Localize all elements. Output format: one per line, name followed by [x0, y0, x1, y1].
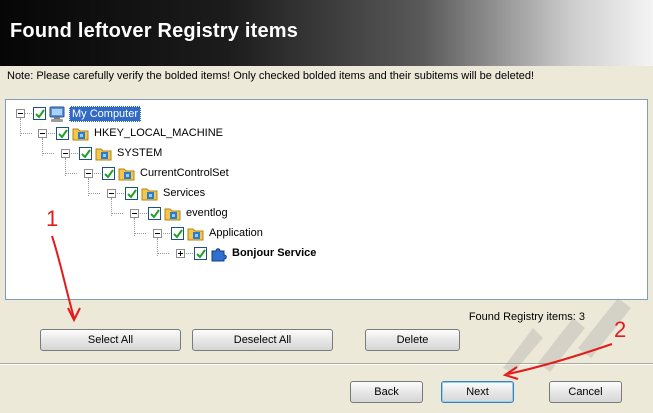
tree-checkbox[interactable]	[102, 167, 115, 180]
collapse-toggle[interactable]	[38, 129, 47, 138]
tree-item-services[interactable]: Services	[161, 186, 207, 200]
checkmark-icon	[35, 109, 45, 119]
tree-item-my-computer[interactable]: My Computer	[69, 106, 142, 122]
collapse-toggle[interactable]	[84, 169, 93, 178]
checkmark-icon	[196, 249, 206, 259]
computer-icon	[49, 105, 65, 122]
back-button[interactable]: Back	[350, 381, 423, 403]
collapse-toggle[interactable]	[61, 149, 70, 158]
tree-checkbox[interactable]	[56, 127, 69, 140]
registry-folder-icon	[118, 165, 135, 181]
tree-checkbox[interactable]	[171, 227, 184, 240]
registry-folder-icon	[141, 185, 158, 201]
warning-note: Note: Please carefully verify the bolded…	[7, 70, 535, 82]
tree-item-eventlog[interactable]: eventlog	[184, 206, 230, 220]
tree-item-application[interactable]: Application	[207, 226, 265, 240]
registry-folder-icon	[164, 205, 181, 221]
collapse-toggle[interactable]	[130, 209, 139, 218]
checkmark-icon	[150, 209, 160, 219]
select-all-button[interactable]: Select All	[40, 329, 181, 351]
checkmark-icon	[58, 129, 68, 139]
delete-button[interactable]: Delete	[365, 329, 460, 351]
checkmark-icon	[104, 169, 114, 179]
cancel-button[interactable]: Cancel	[549, 381, 622, 403]
puzzle-icon	[210, 245, 227, 262]
annotation-number-2: 2	[614, 317, 627, 342]
tree-checkbox[interactable]	[33, 107, 46, 120]
tree-checkbox[interactable]	[148, 207, 161, 220]
tree-checkbox[interactable]	[125, 187, 138, 200]
wizard-header: Found leftover Registry items	[0, 0, 653, 66]
annotation-number-1: 1	[46, 206, 59, 231]
registry-folder-icon	[72, 125, 89, 141]
registry-folder-icon	[95, 145, 112, 161]
tree-item-hklm[interactable]: HKEY_LOCAL_MACHINE	[92, 126, 225, 140]
checkmark-icon	[81, 149, 91, 159]
page-title: Found leftover Registry items	[10, 20, 299, 42]
expand-toggle[interactable]	[176, 249, 185, 258]
tree-checkbox[interactable]	[79, 147, 92, 160]
tree-item-system[interactable]: SYSTEM	[115, 146, 164, 160]
collapse-toggle[interactable]	[153, 229, 162, 238]
collapse-toggle[interactable]	[16, 109, 25, 118]
next-button[interactable]: Next	[441, 381, 514, 403]
registry-folder-icon	[187, 225, 204, 241]
checkmark-icon	[127, 189, 137, 199]
deselect-all-button[interactable]: Deselect All	[192, 329, 333, 351]
tree-checkbox[interactable]	[194, 247, 207, 260]
tree-item-currentcontrolset[interactable]: CurrentControlSet	[138, 166, 231, 180]
tree-item-bonjour-service[interactable]: Bonjour Service	[230, 246, 318, 260]
checkmark-icon	[173, 229, 183, 239]
collapse-toggle[interactable]	[107, 189, 116, 198]
